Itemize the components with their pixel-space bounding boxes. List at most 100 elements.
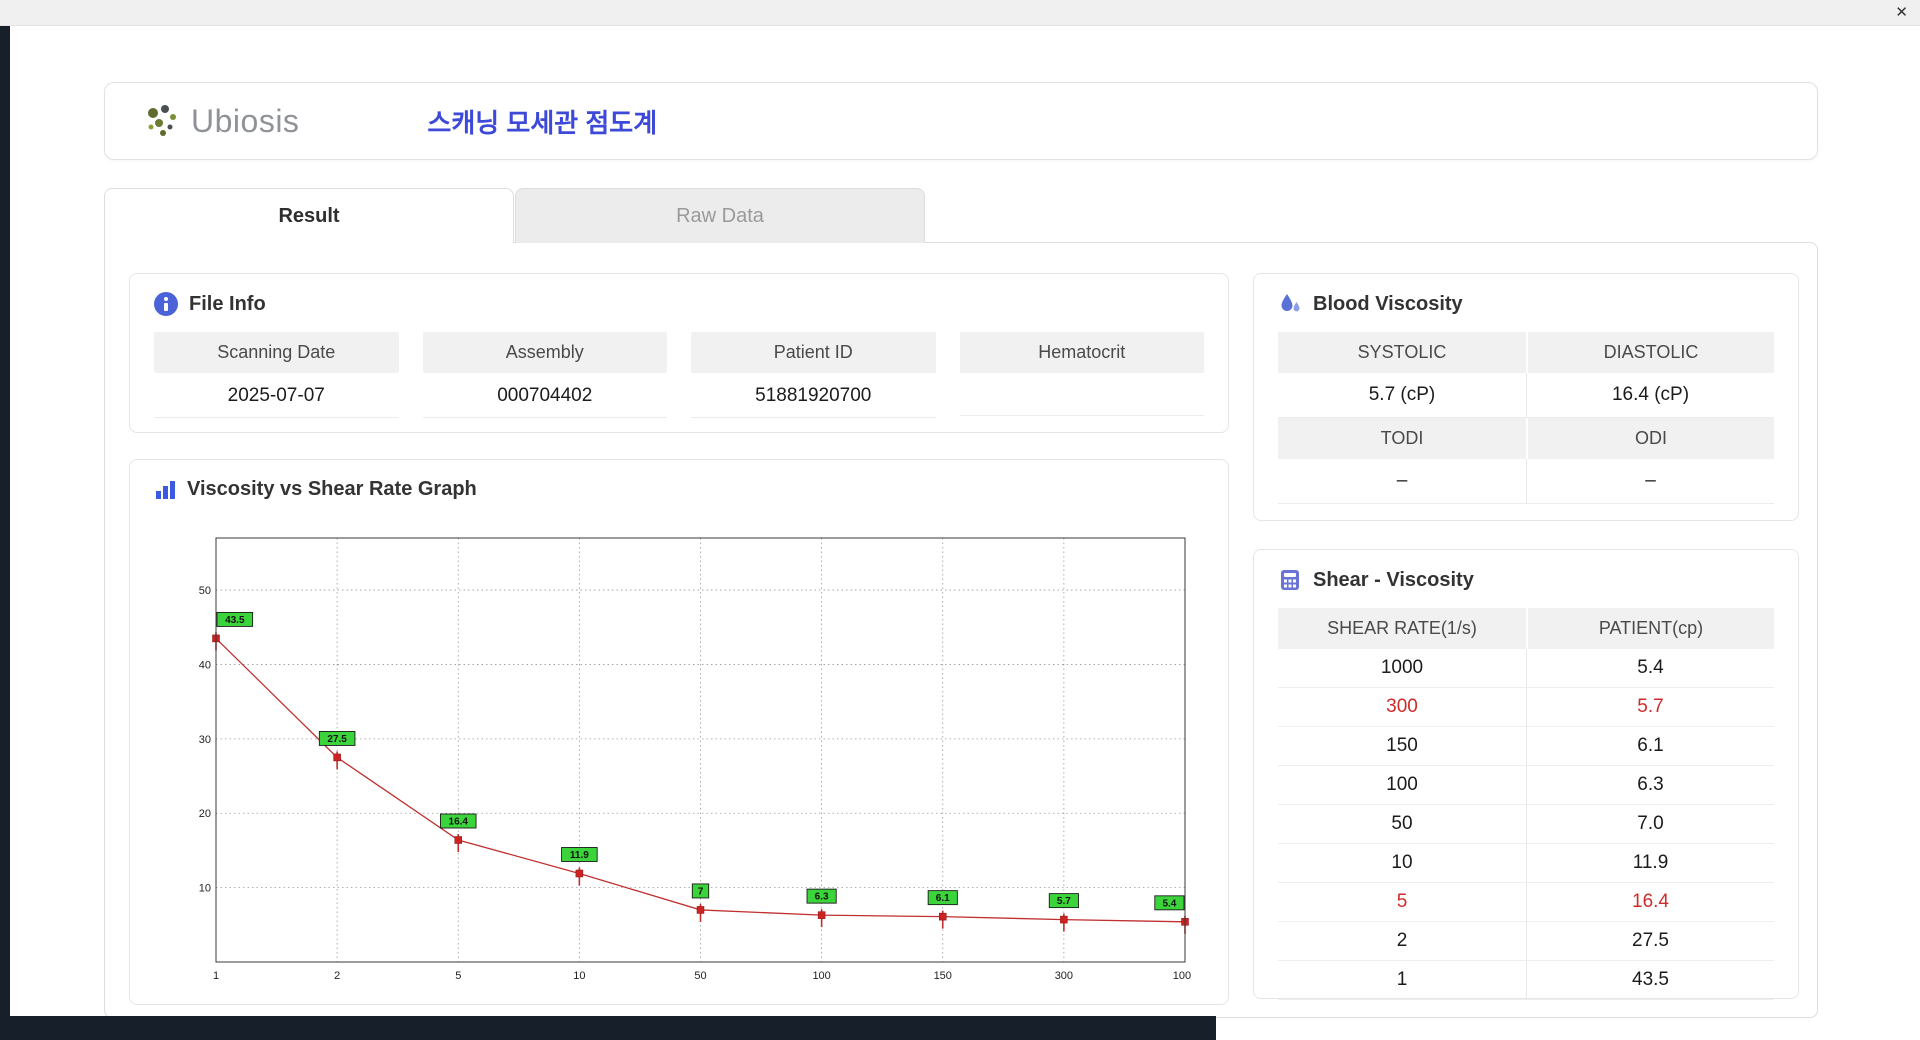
table-row: 150 6.1 — [1278, 727, 1774, 766]
shear-rate-cell: 2 — [1396, 930, 1408, 951]
svg-text:27.5: 27.5 — [327, 734, 347, 745]
patient-cell: 5.4 — [1526, 649, 1774, 687]
shear-rate-cell: 1000 — [1380, 657, 1424, 678]
field-value — [959, 373, 1204, 416]
svg-text:50: 50 — [694, 970, 706, 982]
tab-result[interactable]: Result — [104, 188, 514, 243]
logo-text: Ubiosis — [191, 102, 300, 139]
shear-rate-cell: 50 — [1391, 813, 1413, 834]
viscosity-graph-card: Viscosity vs Shear Rate Graph 10 20 30 40 50… — [129, 459, 1229, 1005]
header-shear-rate: SHEAR RATE(1/s) — [1327, 618, 1477, 638]
svg-text:2: 2 — [334, 970, 340, 982]
shear-viscosity-table: SHEAR RATE(1/s) PATIENT(cp) 1000 5.4 300… — [1278, 608, 1774, 1000]
window-close-button[interactable]: ✕ — [1895, 4, 1908, 22]
shear-viscosity-card: Shear - Viscosity SHEAR RATE(1/s) PATIEN… — [1253, 549, 1799, 1000]
field-label: Scanning Date — [154, 332, 399, 373]
shear-viscosity-title-row: Shear - Viscosity — [1254, 550, 1798, 602]
table-row: 1 43.5 — [1278, 961, 1774, 1000]
svg-text:50: 50 — [199, 585, 211, 597]
patient-cell: 6.3 — [1526, 766, 1774, 804]
content-panel: File Info Scanning Date 2025-07-07 Assem… — [104, 242, 1818, 1018]
patient-cell: 7.0 — [1526, 805, 1774, 843]
systolic-value: 5.7 (cP) — [1278, 373, 1526, 418]
shear-rate-cell: 100 — [1386, 774, 1418, 795]
svg-text:16.4: 16.4 — [449, 817, 469, 828]
svg-text:6.1: 6.1 — [936, 893, 950, 904]
todi-value: – — [1278, 459, 1526, 504]
field-hematocrit: Hematocrit — [959, 332, 1204, 418]
field-label: Hematocrit — [959, 332, 1204, 373]
desktop-edge-bottom — [0, 1016, 1216, 1040]
shear-viscosity-title: Shear - Viscosity — [1313, 568, 1474, 591]
table-row: 1000 5.4 — [1278, 649, 1774, 688]
info-icon — [154, 292, 178, 316]
blood-viscosity-title: Blood Viscosity — [1313, 292, 1463, 315]
bar-chart-icon — [156, 480, 175, 499]
field-assembly: Assembly 000704402 — [422, 332, 667, 418]
field-patient-id: Patient ID 51881920700 — [691, 332, 936, 418]
field-value: 2025-07-07 — [154, 373, 399, 418]
tab-bar: Result Raw Data — [104, 188, 925, 243]
svg-text:5: 5 — [455, 970, 461, 982]
svg-text:1: 1 — [213, 970, 219, 982]
file-info-card: File Info Scanning Date 2025-07-07 Assem… — [129, 273, 1229, 433]
svg-text:40: 40 — [199, 659, 211, 671]
svg-text:7: 7 — [698, 886, 704, 897]
blood-viscosity-card: Blood Viscosity SYSTOLIC DIASTOLIC 5.7 (… — [1253, 273, 1799, 521]
svg-text:300: 300 — [1055, 970, 1073, 982]
field-value: 000704402 — [422, 373, 667, 418]
patient-cell: 6.1 — [1526, 727, 1774, 765]
field-label: Assembly — [422, 332, 667, 373]
svg-text:43.5: 43.5 — [225, 615, 245, 626]
svg-text:20: 20 — [199, 808, 211, 820]
ubiosis-logo-icon — [148, 105, 176, 136]
calculator-icon — [1281, 570, 1299, 590]
svg-text:6.3: 6.3 — [815, 892, 829, 903]
odi-value: – — [1526, 459, 1774, 504]
svg-text:100: 100 — [812, 970, 830, 982]
blood-viscosity-title-row: Blood Viscosity — [1254, 274, 1798, 326]
table-header-row: SYSTOLIC DIASTOLIC — [1278, 332, 1774, 373]
table-row: 2 27.5 — [1278, 922, 1774, 961]
diastolic-value: 16.4 (cP) — [1526, 373, 1774, 418]
table-header-row: TODI ODI — [1278, 418, 1774, 459]
field-value: 51881920700 — [691, 373, 936, 418]
viscosity-chart: 10 20 30 40 50 1 2 5 10 50 100 150 300 1000 43.5 27.5 16… — [199, 537, 1191, 982]
table-row: 10 11.9 — [1278, 844, 1774, 883]
file-info-fields: Scanning Date 2025-07-07 Assembly 000704… — [130, 326, 1228, 418]
svg-text:11.9: 11.9 — [570, 850, 589, 861]
droplet-icon — [1281, 294, 1300, 312]
table-row: 100 6.3 — [1278, 766, 1774, 805]
patient-cell: 11.9 — [1526, 844, 1774, 882]
ubiosis-logo: Ubiosis — [143, 101, 299, 141]
table-row: 300 5.7 — [1278, 688, 1774, 727]
svg-text:10: 10 — [199, 883, 211, 895]
shear-rate-cell: 150 — [1386, 735, 1418, 756]
shear-rate-cell: 5 — [1396, 891, 1408, 912]
table-row: 50 7.0 — [1278, 805, 1774, 844]
header-patient: PATIENT(cp) — [1526, 608, 1774, 649]
app-title: 스캐닝 모세관 점도계 — [427, 107, 658, 138]
tab-raw-data[interactable]: Raw Data — [515, 188, 925, 243]
desktop-edge-left — [0, 26, 10, 1040]
graph-title: Viscosity vs Shear Rate Graph — [187, 478, 477, 500]
patient-cell: 5.7 — [1526, 688, 1774, 726]
shear-rate-cell: 300 — [1386, 696, 1418, 717]
patient-cell: 43.5 — [1526, 961, 1774, 999]
table-header-row: SHEAR RATE(1/s) PATIENT(cp) — [1278, 608, 1774, 649]
header-odi: ODI — [1526, 418, 1774, 459]
svg-text:10: 10 — [573, 970, 585, 982]
app-header: Ubiosis 스캐닝 모세관 점도계 — [104, 82, 1818, 160]
file-info-title-row: File Info — [130, 274, 1228, 326]
patient-cell: 27.5 — [1526, 922, 1774, 960]
window-titlebar: ✕ — [0, 0, 1920, 26]
patient-cell: 16.4 — [1526, 883, 1774, 921]
field-label: Patient ID — [691, 332, 936, 373]
table-value-row: 5.7 (cP) 16.4 (cP) — [1278, 373, 1774, 418]
table-row: 5 16.4 — [1278, 883, 1774, 922]
header-systolic: SYSTOLIC — [1278, 332, 1526, 373]
file-info-title: File Info — [189, 292, 266, 315]
blood-viscosity-table: SYSTOLIC DIASTOLIC 5.7 (cP) 16.4 (cP) TO… — [1278, 332, 1774, 504]
shear-rate-cell: 1 — [1396, 969, 1408, 990]
graph-title-row: Viscosity vs Shear Rate Graph — [130, 460, 1228, 511]
